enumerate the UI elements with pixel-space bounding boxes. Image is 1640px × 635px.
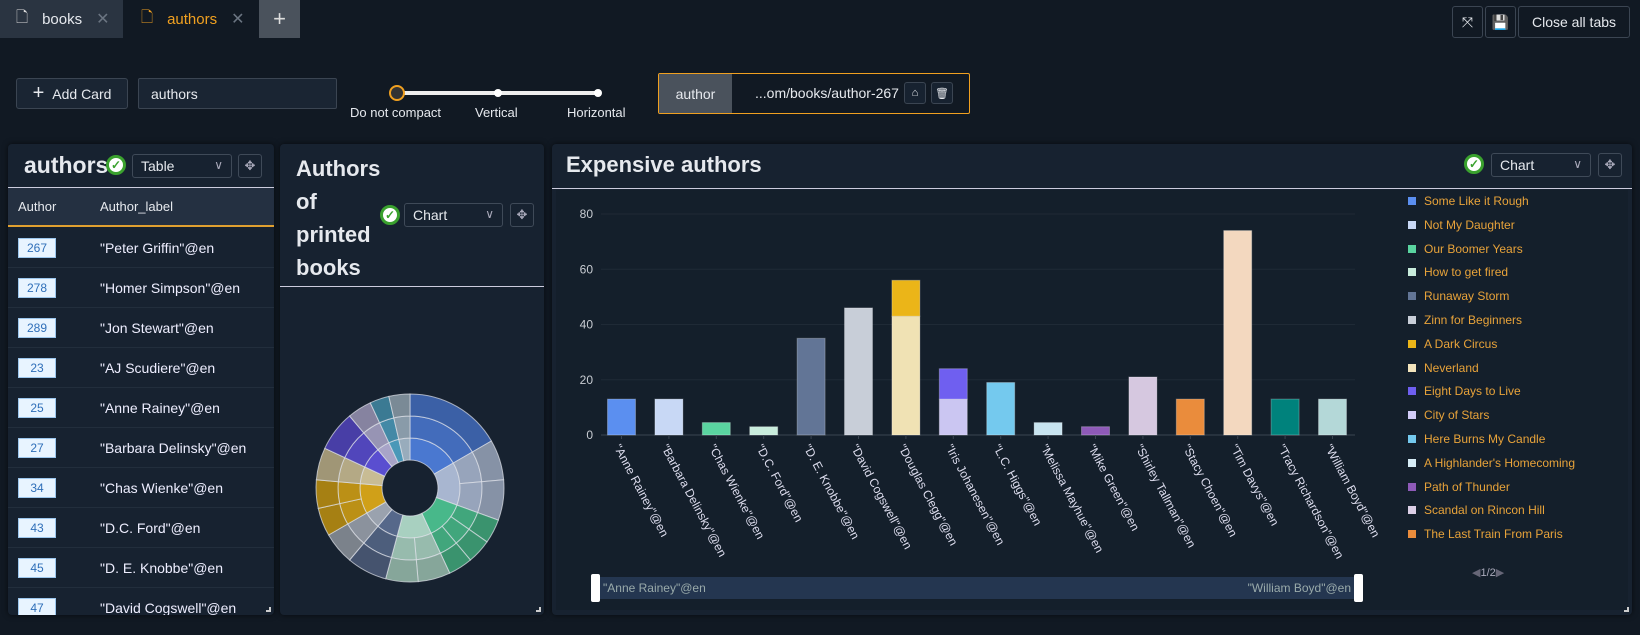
legend-label: City of Stars [1424,408,1490,423]
legend-label: Runaway Storm [1424,289,1510,304]
legend-swatch [1408,292,1416,301]
legend-label: A Highlander's Homecoming [1424,455,1576,470]
legend-swatch [1408,482,1416,491]
zoom-handle-start[interactable] [591,574,600,602]
bar-segment[interactable] [796,337,826,436]
legend-label: Eight Days to Live [1424,384,1521,399]
y-tick-label: 80 [580,207,594,221]
bar-segment[interactable] [1223,230,1253,436]
bar-segment[interactable] [749,426,779,436]
bar-segment[interactable] [1318,398,1347,436]
legend-swatch [1408,244,1416,253]
y-tick-label: 60 [580,262,594,276]
legend-swatch [1408,458,1416,467]
next-page-icon[interactable]: ▶ [1496,567,1504,579]
legend-item[interactable]: Scandal on Rincon Hill [1408,503,1545,517]
bar-segment[interactable] [607,398,636,436]
legend-item[interactable]: Our Boomer Years [1408,242,1523,256]
legend-swatch [1408,387,1416,396]
legend-swatch [1408,435,1416,443]
legend-item[interactable]: Here Burns My Candle [1408,432,1545,446]
legend-item[interactable]: Not My Daughter [1408,218,1515,232]
legend-pager[interactable]: ◀1/2▶ [1472,566,1504,579]
legend-swatch [1408,363,1416,372]
y-tick-label: 40 [580,318,594,332]
zoom-slider[interactable]: "Anne Rainey"@en "William Boyd"@en [591,574,1363,602]
bar-segment[interactable] [891,279,921,317]
legend-swatch [1408,506,1416,515]
x-tick-label: "L.C. Higgs"@en [990,442,1045,528]
legend-item[interactable]: Eight Days to Live [1408,384,1521,398]
bar-segment[interactable] [1175,398,1205,436]
x-tick-label: "Tim Davys"@en [1227,442,1282,528]
legend-swatch [1408,530,1416,539]
bar-segment[interactable] [844,307,873,436]
legend-swatch [1408,220,1416,229]
legend-item[interactable]: Runaway Storm [1408,289,1509,303]
legend-swatch [1408,339,1416,348]
legend-label: Not My Daughter [1424,217,1515,232]
legend-item[interactable]: Path of Thunder [1408,480,1510,494]
legend-label: Neverland [1424,360,1479,375]
x-tick-label: "Mike Green"@en [1085,442,1142,533]
bar-segment[interactable] [891,315,921,436]
legend-page: 1/2 [1480,567,1496,579]
legend-label: Our Boomer Years [1424,241,1523,256]
legend-label: Scandal on Rincon Hill [1424,503,1545,518]
zoom-start-label: "Anne Rainey"@en [603,581,706,595]
legend-label: The Last Train From Paris [1424,527,1563,542]
x-tick-label: "D.C. Ford"@en [753,442,806,525]
zoom-handle-end[interactable] [1354,574,1363,602]
bar-segment[interactable] [654,398,684,436]
legend-label: Zinn for Beginners [1424,313,1523,327]
legend-label: How to get fired [1424,265,1509,280]
legend-swatch [1408,316,1416,324]
bar-segment[interactable] [1033,422,1063,436]
legend-label: Path of Thunder [1424,479,1510,494]
legend-label: Some Like it Rough [1424,194,1529,208]
y-tick-label: 20 [580,373,594,387]
legend-swatch [1408,411,1416,420]
legend-label: Here Burns My Candle [1424,432,1546,446]
legend-swatch [1408,268,1416,277]
bar-segment[interactable] [938,368,968,400]
bar-segment[interactable] [986,382,1016,436]
legend-item[interactable]: A Highlander's Homecoming [1408,456,1575,470]
legend-item[interactable]: Zinn for Beginners [1408,313,1522,327]
legend-item[interactable]: How to get fired [1408,265,1508,279]
legend-item[interactable]: A Dark Circus [1408,337,1497,351]
bar-segment[interactable] [1128,376,1158,436]
bar-segment[interactable] [1081,426,1110,436]
bar-segment[interactable] [1270,398,1300,436]
y-tick-label: 0 [586,428,593,442]
legend-item[interactable]: City of Stars [1408,408,1489,422]
legend-label: A Dark Circus [1424,336,1498,351]
bar-chart: 020406080"Anne Rainey"@en"Barbara Delins… [580,207,1383,561]
legend-swatch [1408,197,1416,205]
legend-item[interactable]: The Last Train From Paris [1408,527,1563,541]
bar-segment[interactable] [701,422,731,436]
legend-item[interactable]: Neverland [1408,361,1479,375]
zoom-end-label: "William Boyd"@en [1247,581,1351,595]
bar-segment[interactable] [938,398,968,436]
x-tick-label: "Anne Rainey"@en [611,442,672,539]
legend-item[interactable]: Some Like it Rough [1408,194,1529,208]
